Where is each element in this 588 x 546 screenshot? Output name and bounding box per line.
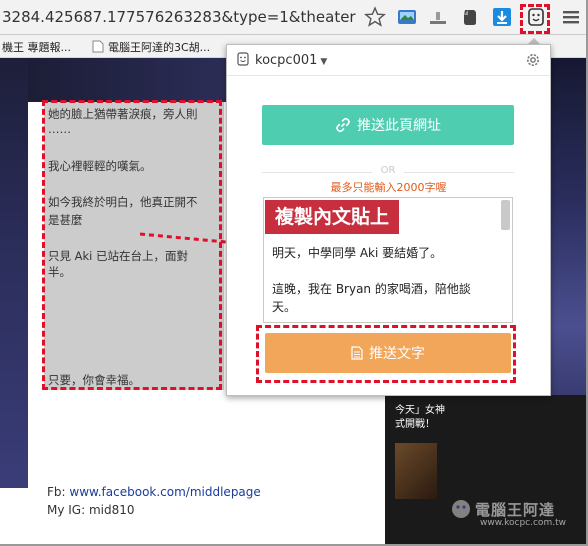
page-header-background: [28, 58, 228, 102]
related-post-title[interactable]: 今天」女神: [395, 401, 445, 416]
address-bar-url[interactable]: 3284.425687.177576263283&type=1&theater: [2, 8, 356, 26]
annotation-callout: 複製內文貼上: [265, 200, 400, 234]
evernote-extension-icon[interactable]: [459, 6, 481, 28]
watermark-logo: 電腦王阿達: [450, 498, 555, 520]
watermark-text: 電腦王阿達: [475, 501, 556, 519]
bookmark-item[interactable]: 機王 專題報...: [2, 39, 71, 55]
textarea-line: 明天，中學同學 Aki 要結婚了。: [272, 246, 443, 260]
push-page-url-button[interactable]: 推送此頁網址: [262, 105, 514, 145]
push-text-highlight-box: [256, 325, 516, 383]
instagram-line: My IG: mid810: [47, 503, 135, 517]
facebook-line: Fb: www.facebook.com/middlepage: [47, 485, 261, 499]
textarea-scrollbar[interactable]: [501, 200, 510, 230]
chevron-down-icon: ▼: [320, 57, 328, 67]
related-post-title[interactable]: 式開戰！: [395, 415, 435, 430]
extension-highlight-box: [520, 4, 550, 34]
bookmark-star-icon[interactable]: [364, 6, 386, 28]
bookmark-item[interactable]: 電腦王阿達的3C胡...: [108, 39, 210, 55]
textarea-line: 天。: [272, 300, 297, 314]
push-page-url-label: 推送此頁網址: [357, 118, 441, 134]
download-extension-icon[interactable]: [491, 6, 513, 28]
push-logo-icon: [237, 52, 249, 66]
related-post-thumbnail[interactable]: [395, 443, 437, 499]
page-side-background: [0, 58, 28, 488]
slider-extension-icon[interactable]: [427, 6, 449, 28]
watermark-url: www.kocpc.com.tw: [480, 518, 566, 528]
or-label: OR: [380, 165, 396, 176]
facebook-link[interactable]: www.facebook.com/middlepage: [69, 485, 260, 499]
textarea-line: 這晚，我在 Bryan 的家喝酒，陪他談: [272, 282, 471, 296]
watermark-icon: [452, 500, 470, 518]
account-name: kocpc001: [255, 53, 318, 68]
popup-header: kocpc001 ▼: [227, 45, 550, 76]
menu-icon[interactable]: [560, 6, 582, 28]
account-selector[interactable]: kocpc001 ▼: [237, 52, 327, 68]
character-limit-note: 最多只能輸入2000字喔: [330, 181, 447, 194]
or-divider: OR: [262, 165, 514, 179]
facebook-label: Fb:: [47, 485, 70, 499]
screenshot-extension-icon[interactable]: [396, 6, 418, 28]
browser-toolbar: 3284.425687.177576263283&type=1&theater: [0, 0, 588, 35]
link-icon: [336, 117, 350, 133]
gear-icon[interactable]: [524, 51, 542, 69]
page-icon: [92, 40, 104, 53]
